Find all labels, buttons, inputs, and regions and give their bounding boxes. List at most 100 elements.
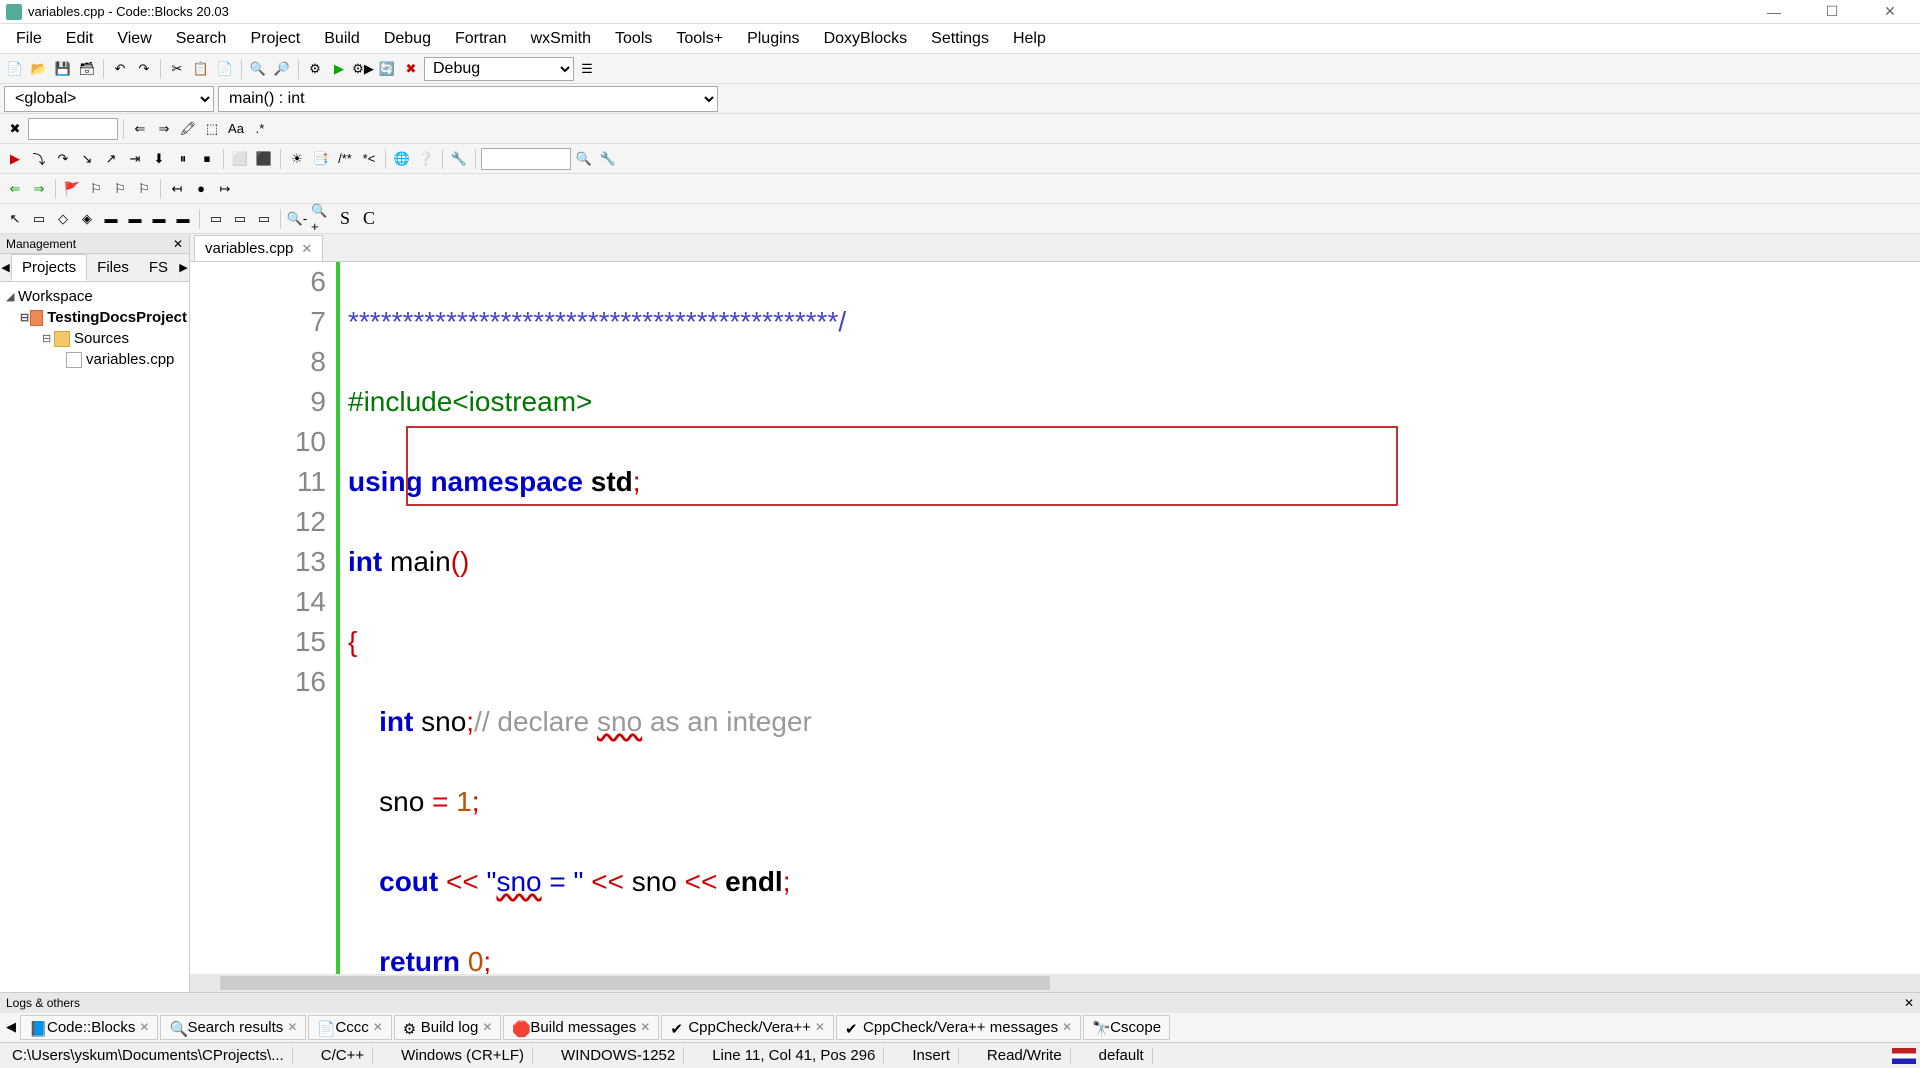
nav-back-icon[interactable]: ⇐ [4,178,26,200]
bookmark-next-icon[interactable]: ⚐ [109,178,131,200]
menu-build[interactable]: Build [312,26,372,52]
build-target-select[interactable]: Debug [424,57,574,81]
run-icon[interactable]: ▶ [328,58,350,80]
menu-project[interactable]: Project [238,26,312,52]
whole-word-icon[interactable]: ⬚ [201,118,223,140]
tab-projects[interactable]: Projects [11,254,87,281]
function-select[interactable]: main() : int [218,86,718,112]
doxy-comment-icon[interactable]: /** [334,148,356,170]
undo-icon[interactable]: ↶ [109,58,131,80]
step-into-icon[interactable]: ↘ [76,148,98,170]
block-icon[interactable]: ▬ [172,208,194,230]
loop-icon[interactable]: ▬ [100,208,122,230]
break-block-icon[interactable]: ▭ [205,208,227,230]
next-icon[interactable]: ⇒ [153,118,175,140]
minimize-button[interactable]: — [1754,2,1794,22]
tree-file[interactable]: variables.cpp [2,349,187,370]
break-icon[interactable]: ⏸ [172,148,194,170]
case-icon[interactable]: Aa [225,118,247,140]
return-block-icon[interactable]: ▭ [229,208,251,230]
zoom-in-icon[interactable]: 🔍+ [310,208,332,230]
quick-search-input[interactable] [28,118,118,140]
menu-plugins[interactable]: Plugins [735,26,811,52]
file-tab-close-icon[interactable]: ✕ [301,241,312,257]
debug-windows-icon[interactable]: ⬜ [229,148,251,170]
tree-workspace[interactable]: ◢ Workspace [2,286,187,307]
log-tab-buildlog[interactable]: ⚙Build log✕ [394,1015,502,1040]
debug-info-icon[interactable]: ⬛ [253,148,275,170]
search-options-icon[interactable]: 🔧 [597,148,619,170]
code-editor[interactable]: 6 7 8 9 10 11 12 13 14 15 16 ***********… [190,262,1920,974]
open-icon[interactable]: 📂 [28,58,50,80]
file-tab-variables[interactable]: variables.cpp ✕ [194,235,323,261]
search-tool-input[interactable] [481,148,571,170]
highlight-icon[interactable]: 🖍 [177,118,199,140]
select-icon[interactable]: ↖ [4,208,26,230]
logs-scroll-left-icon[interactable]: ◀ [4,1019,18,1035]
maximize-button[interactable]: ☐ [1812,2,1852,22]
tabs-scroll-right-icon[interactable]: ▶ [178,261,189,274]
menu-search[interactable]: Search [164,26,239,52]
code-text[interactable]: ****************************************… [340,262,1920,974]
tab-close-icon[interactable]: ✕ [640,1020,650,1034]
prev-icon[interactable]: ⇐ [129,118,151,140]
tab-close-icon[interactable]: ✕ [287,1020,297,1034]
menu-fortran[interactable]: Fortran [443,26,519,52]
decision-icon[interactable]: ◇ [52,208,74,230]
save-icon[interactable]: 💾 [52,58,74,80]
close-button[interactable]: ✕ [1870,2,1910,22]
search-go-icon[interactable]: 🔍 [573,148,595,170]
nav-forward-icon[interactable]: ⇒ [28,178,50,200]
s-icon[interactable]: S [334,208,356,230]
tab-fs[interactable]: FS [139,255,178,280]
jump-forward-icon[interactable]: ↦ [214,178,236,200]
bookmark-prev-icon[interactable]: ⚐ [85,178,107,200]
stop-icon[interactable]: ⏹ [196,148,218,170]
jump-back-icon[interactable]: ↤ [166,178,188,200]
abort-icon[interactable]: ✖ [400,58,422,80]
new-file-icon[interactable]: 📄 [4,58,26,80]
c-icon[interactable]: C [358,208,380,230]
collapse-icon[interactable]: ⊟ [20,311,30,324]
log-tab-codeblocks[interactable]: 📘Code::Blocks✕ [20,1015,158,1040]
tab-close-icon[interactable]: ✕ [373,1020,383,1034]
log-tab-cppcheckmsg[interactable]: ✔CppCheck/Vera++ messages✕ [836,1015,1081,1040]
zoom-out-icon[interactable]: 🔍- [286,208,308,230]
loop2-icon[interactable]: ▬ [124,208,146,230]
collapse-icon[interactable]: ⊟ [42,332,54,345]
build-icon[interactable]: ⚙ [304,58,326,80]
loop3-icon[interactable]: ▬ [148,208,170,230]
build-run-icon[interactable]: ⚙▶ [352,58,374,80]
doxywizard-icon[interactable]: ☀ [286,148,308,170]
log-tab-cccc[interactable]: 📄Cccc✕ [308,1015,391,1040]
menu-file[interactable]: File [4,26,54,52]
tab-close-icon[interactable]: ✕ [815,1020,825,1034]
jump-record-icon[interactable]: ● [190,178,212,200]
tab-close-icon[interactable]: ✕ [1062,1020,1072,1034]
tab-files[interactable]: Files [87,255,139,280]
doxy-extract-icon[interactable]: 📑 [310,148,332,170]
menu-wxsmith[interactable]: wxSmith [519,26,603,52]
menu-help[interactable]: Help [1001,26,1058,52]
redo-icon[interactable]: ↷ [133,58,155,80]
scrollbar-thumb[interactable] [220,976,1050,990]
html-help-icon[interactable]: 🌐 [391,148,413,170]
doxy-line-icon[interactable]: *< [358,148,380,170]
next-line-icon[interactable]: ↷ [52,148,74,170]
menu-doxyblocks[interactable]: DoxyBlocks [812,26,920,52]
management-close-icon[interactable]: ✕ [173,237,183,251]
language-flag-icon[interactable] [1892,1048,1916,1064]
debug-start-icon[interactable]: ▶ [4,148,26,170]
save-all-icon[interactable]: 🗃 [76,58,98,80]
collapse-icon[interactable]: ◢ [6,290,18,303]
continue-block-icon[interactable]: ▭ [253,208,275,230]
menu-view[interactable]: View [105,26,163,52]
tree-sources[interactable]: ⊟ Sources [2,328,187,349]
menu-tools[interactable]: Tools [603,26,664,52]
menu-settings[interactable]: Settings [919,26,1001,52]
menu-debug[interactable]: Debug [372,26,443,52]
target-list-icon[interactable]: ☰ [576,58,598,80]
paste-icon[interactable]: 📄 [214,58,236,80]
find-icon[interactable]: 🔍 [247,58,269,80]
log-tab-cppcheck[interactable]: ✔CppCheck/Vera++✕ [661,1015,834,1040]
